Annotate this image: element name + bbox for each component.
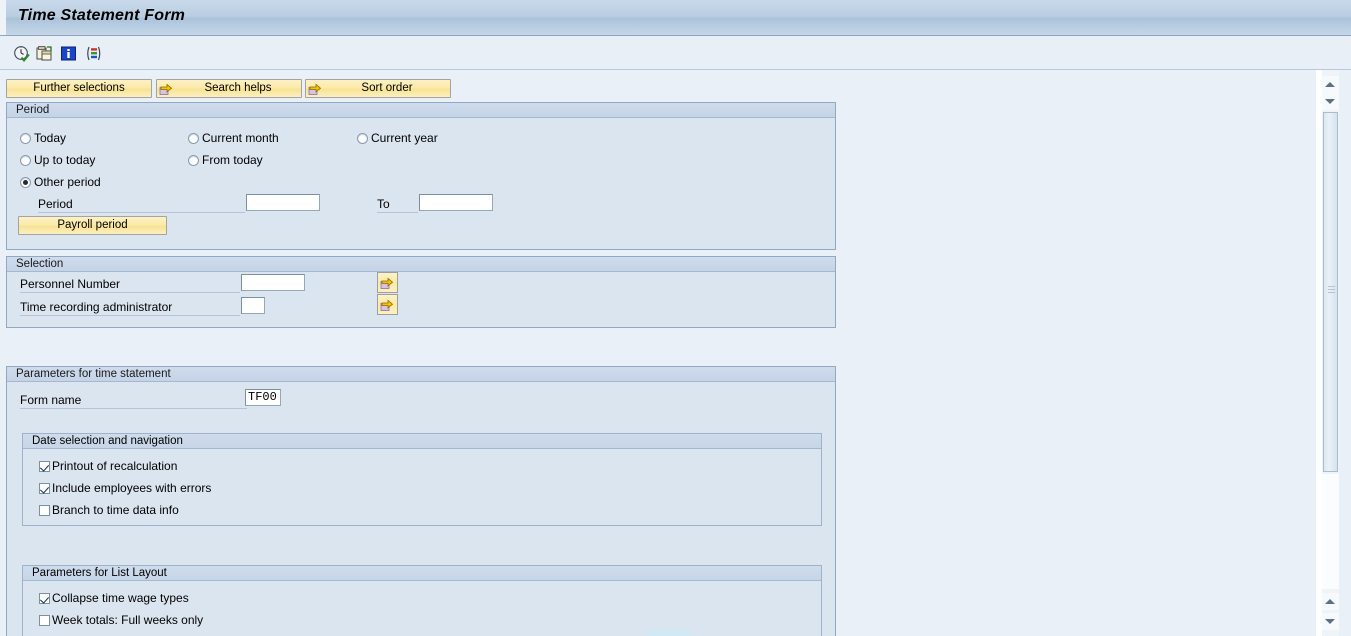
parameters-for-list-layout-panel: Parameters for List Layout Collapse time… bbox=[22, 565, 822, 636]
scroll-up-button[interactable] bbox=[1322, 76, 1339, 93]
checkbox-printout-of-recalculation[interactable]: Printout of recalculation bbox=[39, 459, 177, 473]
scroll-page-up-arrow-icon bbox=[1325, 599, 1335, 604]
radio-current-month[interactable]: Current month bbox=[188, 131, 279, 145]
date-selection-and-navigation-panel: Date selection and navigation Printout o… bbox=[22, 433, 822, 526]
checkbox-collapse-time-wage-types-mark bbox=[39, 592, 50, 604]
radio-other-period-label: Other period bbox=[34, 175, 101, 189]
layout-columns-icon[interactable] bbox=[85, 45, 102, 62]
radio-current-month-mark bbox=[188, 132, 199, 144]
vertical-scrollbar[interactable] bbox=[1322, 70, 1339, 636]
scroll-page-down-arrow-icon bbox=[1325, 619, 1335, 624]
checkbox-branch-to-time-data-info-label: Branch to time data info bbox=[52, 503, 179, 517]
sort-order-label: Sort order bbox=[361, 82, 413, 94]
radio-current-year[interactable]: Current year bbox=[357, 131, 438, 145]
scroll-up-arrow-icon bbox=[1325, 82, 1335, 87]
window-title-bar: Time Statement Form bbox=[0, 0, 1351, 36]
form-name-label: Form name bbox=[20, 393, 247, 409]
search-helps-button[interactable]: Search helps bbox=[156, 79, 302, 98]
checkbox-collapse-time-wage-types[interactable]: Collapse time wage types bbox=[39, 591, 189, 605]
checkbox-include-employees-with-errors-mark bbox=[39, 482, 50, 494]
right-edge-pane bbox=[1339, 70, 1351, 636]
radio-up-to-today-label: Up to today bbox=[34, 153, 96, 167]
radio-today-mark bbox=[20, 132, 31, 144]
scroll-page-down-button[interactable] bbox=[1322, 613, 1339, 630]
checkbox-printout-of-recalculation-mark bbox=[39, 460, 50, 472]
checkbox-collapse-time-wage-types-label: Collapse time wage types bbox=[52, 591, 189, 605]
period-panel-title: Period bbox=[7, 103, 835, 118]
copy-variant-icon[interactable] bbox=[36, 45, 53, 62]
date-selection-panel-title: Date selection and navigation bbox=[23, 434, 821, 449]
sort-order-button[interactable]: Sort order bbox=[305, 79, 451, 98]
checkbox-include-employees-with-errors-label: Include employees with errors bbox=[52, 481, 212, 495]
execute-clock-icon[interactable] bbox=[13, 45, 30, 62]
checkbox-week-totals-full-weeks-only-mark bbox=[39, 614, 50, 626]
form-name-input[interactable]: TF00 bbox=[245, 389, 281, 406]
list-layout-panel-title: Parameters for List Layout bbox=[23, 566, 821, 581]
scroll-page-up-button[interactable] bbox=[1322, 593, 1339, 610]
parameters-for-time-statement-panel: Parameters for time statement Form name … bbox=[6, 366, 836, 636]
parameters-panel-title: Parameters for time statement bbox=[7, 367, 835, 382]
radio-other-period[interactable]: Other period bbox=[20, 175, 101, 189]
scrollbar-track[interactable] bbox=[1322, 474, 1339, 589]
title-bar-left-edge bbox=[0, 0, 6, 35]
radio-today[interactable]: Today bbox=[20, 131, 66, 145]
info-icon[interactable] bbox=[60, 45, 77, 62]
radio-today-label: Today bbox=[34, 131, 67, 145]
horizontal-scrollbar-thumb[interactable] bbox=[648, 630, 690, 636]
radio-from-today-mark bbox=[188, 154, 199, 166]
personnel-number-multi-select-button[interactable] bbox=[377, 272, 398, 293]
radio-from-today[interactable]: From today bbox=[188, 153, 263, 167]
period-panel: Period Today Current month Current year … bbox=[6, 102, 836, 250]
time-recording-administrator-label: Time recording administrator bbox=[20, 300, 240, 316]
time-recording-administrator-multi-select-button[interactable] bbox=[377, 294, 398, 315]
main-work-area: Further selections Search helps Sort ord… bbox=[0, 70, 1316, 636]
sort-order-arrow-icon bbox=[308, 81, 323, 96]
scroll-down-arrow-icon bbox=[1325, 99, 1335, 104]
period-to-input[interactable] bbox=[419, 194, 493, 211]
checkbox-week-totals-full-weeks-only[interactable]: Week totals: Full weeks only bbox=[39, 613, 203, 627]
selection-panel-title: Selection bbox=[7, 257, 835, 272]
search-helps-arrow-icon bbox=[159, 81, 174, 96]
scrollbar-thumb[interactable] bbox=[1323, 112, 1338, 472]
radio-other-period-mark bbox=[20, 176, 31, 188]
radio-current-year-mark bbox=[357, 132, 368, 144]
radio-from-today-label: From today bbox=[202, 153, 263, 167]
checkbox-printout-of-recalculation-label: Printout of recalculation bbox=[52, 459, 178, 473]
radio-up-to-today[interactable]: Up to today bbox=[20, 153, 95, 167]
checkbox-week-totals-full-weeks-only-label: Week totals: Full weeks only bbox=[52, 613, 204, 627]
further-selections-button[interactable]: Further selections bbox=[6, 79, 152, 98]
icon-toolbar: © www.tutorialkart.com bbox=[0, 36, 1351, 98]
personnel-number-label: Personnel Number bbox=[20, 277, 240, 293]
time-recording-administrator-input[interactable] bbox=[241, 297, 265, 314]
to-field-label: To bbox=[377, 197, 418, 213]
payroll-period-button[interactable]: Payroll period bbox=[18, 216, 167, 235]
period-from-input[interactable] bbox=[246, 194, 320, 211]
checkbox-include-employees-with-errors[interactable]: Include employees with errors bbox=[39, 481, 211, 495]
page-title: Time Statement Form bbox=[18, 7, 186, 24]
radio-current-year-label: Current year bbox=[371, 131, 438, 145]
scrollbar-grip bbox=[1328, 286, 1335, 293]
search-helps-label: Search helps bbox=[204, 82, 272, 94]
scroll-down-button[interactable] bbox=[1322, 93, 1339, 110]
period-field-label: Period bbox=[38, 197, 245, 213]
checkbox-branch-to-time-data-info-mark bbox=[39, 504, 50, 516]
radio-up-to-today-mark bbox=[20, 154, 31, 166]
personnel-number-input[interactable] bbox=[241, 274, 305, 291]
selection-panel: Selection Personnel Number Time recordin… bbox=[6, 256, 836, 328]
radio-current-month-label: Current month bbox=[202, 131, 279, 145]
checkbox-branch-to-time-data-info[interactable]: Branch to time data info bbox=[39, 503, 179, 517]
